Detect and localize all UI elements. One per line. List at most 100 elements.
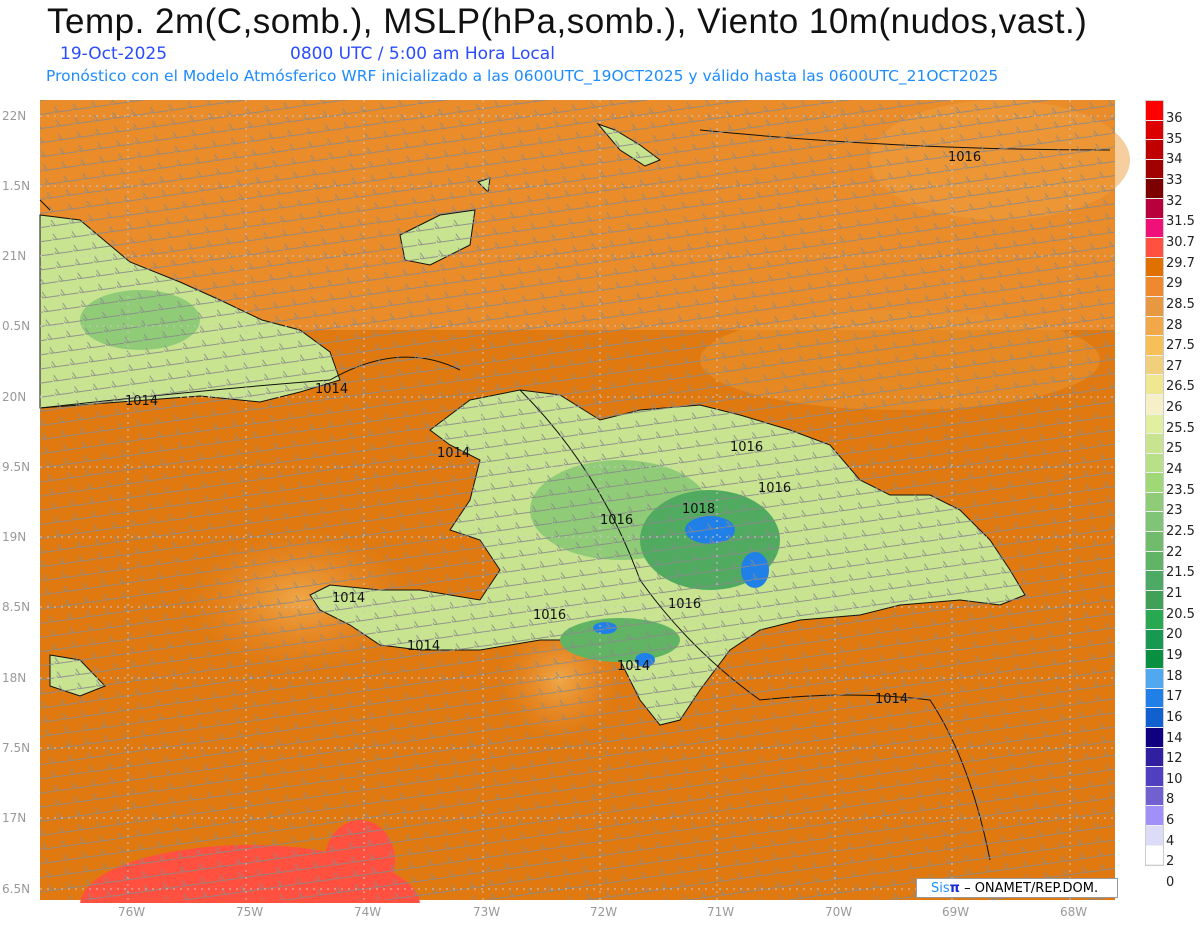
legend-swatch — [1146, 238, 1163, 258]
legend-swatch — [1146, 218, 1163, 239]
legend-label: 10 — [1166, 771, 1183, 787]
legend-swatch — [1146, 257, 1163, 278]
legend-label: 21 — [1166, 585, 1183, 601]
isobar-label: 1016 — [533, 608, 566, 623]
isobar-label: 1018 — [682, 502, 715, 517]
legend-swatch — [1146, 355, 1163, 376]
legend-swatch — [1146, 571, 1163, 591]
lat-label: 7.5N — [2, 741, 31, 755]
color-legend — [1145, 100, 1164, 867]
legend-swatch — [1146, 336, 1163, 356]
legend-label: 14 — [1166, 730, 1183, 746]
lon-label: 68W — [1060, 905, 1088, 919]
lon-label: 69W — [942, 905, 970, 919]
legend-label: 24 — [1166, 462, 1183, 478]
legend-swatch — [1146, 375, 1163, 395]
legend-label: 29.7 — [1166, 255, 1195, 271]
legend-label: 16 — [1166, 709, 1183, 725]
isobar-label: 1016 — [730, 440, 763, 455]
legend-swatch — [1146, 551, 1163, 572]
legend-label: 31.5 — [1166, 214, 1195, 230]
isobar-label: 1016 — [948, 150, 981, 165]
time-label: 0800 UTC / 5:00 am Hora Local — [290, 44, 555, 64]
legend-swatch — [1146, 669, 1163, 689]
legend-label: 4 — [1166, 833, 1175, 849]
legend-label: 18 — [1166, 668, 1183, 684]
forecast-info: Pronóstico con el Modelo Atmósferico WRF… — [46, 67, 999, 85]
isobar-label: 1014 — [125, 394, 158, 409]
lat-label: 6.5N — [2, 882, 31, 896]
legend-swatch — [1146, 492, 1163, 513]
lat-label: 19N — [2, 530, 27, 544]
legend-label: 30.7 — [1166, 234, 1195, 250]
legend-swatch — [1146, 610, 1163, 631]
lat-label: 22N — [2, 109, 27, 123]
legend-label: 23.5 — [1166, 482, 1195, 498]
weather-map: 1016 1014 1014 1014 1016 1016 1016 1018 … — [39, 100, 1130, 903]
lat-label: 17N — [2, 811, 27, 825]
date-label: 19-Oct-2025 — [60, 44, 168, 64]
legend-label: 0 — [1166, 875, 1175, 891]
legend-label: 35 — [1166, 131, 1183, 147]
legend-swatch — [1146, 728, 1163, 748]
legend-label: 27.5 — [1166, 338, 1195, 354]
legend-label: 26.5 — [1166, 379, 1195, 395]
legend-label: 25 — [1166, 441, 1183, 457]
isobar-label: 1016 — [668, 597, 701, 612]
lon-label: 70W — [825, 905, 853, 919]
isobar-label: 1014 — [332, 591, 365, 606]
legend-swatch — [1146, 688, 1163, 709]
isobar-label: 1014 — [437, 446, 470, 461]
isobar-label: 1016 — [600, 513, 633, 528]
lat-label: 1.5N — [2, 179, 31, 193]
credit-sis: Sis — [931, 881, 950, 896]
legend-swatch — [1146, 786, 1163, 807]
lon-label: 74W — [354, 905, 382, 919]
legend-swatch — [1146, 453, 1163, 474]
lon-label: 75W — [236, 905, 264, 919]
legend-label: 36 — [1166, 111, 1183, 126]
legend-swatch — [1146, 316, 1163, 337]
lat-label: 18N — [2, 671, 27, 685]
credit-text: – ONAMET/REP.DOM. — [959, 881, 1099, 896]
legend-swatch — [1146, 159, 1163, 180]
legend-swatch — [1146, 845, 1163, 866]
legend-label: 27 — [1166, 358, 1183, 374]
legend-swatch — [1146, 825, 1163, 846]
legend-label: 25.5 — [1166, 420, 1195, 436]
legend-swatch — [1146, 512, 1163, 533]
credit-box: Sisπ – ONAMET/REP.DOM. — [916, 878, 1118, 898]
legend-swatch — [1146, 434, 1163, 454]
map-title: Temp. 2m(C,somb.), MSLP(hPa,somb.), Vien… — [47, 2, 1088, 41]
legend-swatch — [1146, 747, 1163, 768]
legend-label: 2 — [1166, 854, 1175, 870]
legend-swatch — [1146, 179, 1163, 199]
lon-label: 71W — [707, 905, 735, 919]
legend-swatch — [1146, 101, 1163, 121]
legend-swatch — [1146, 532, 1163, 552]
lat-label: 9.5N — [2, 460, 31, 474]
legend-label: 23 — [1166, 503, 1183, 519]
legend-label: 19 — [1166, 647, 1183, 663]
legend-label: 12 — [1166, 751, 1183, 767]
isobar-label: 1014 — [407, 639, 440, 654]
legend-swatch — [1146, 277, 1163, 297]
lon-label: 76W — [118, 905, 146, 919]
legend-label: 28.5 — [1166, 296, 1195, 312]
legend-label: 26 — [1166, 400, 1183, 416]
legend-label: 17 — [1166, 689, 1183, 705]
legend-label: 20 — [1166, 627, 1183, 643]
isobar-label: 1016 — [758, 481, 791, 496]
legend-swatch — [1146, 198, 1163, 219]
legend-swatch — [1146, 590, 1163, 611]
legend-label: 21.5 — [1166, 565, 1195, 581]
isobar-label: 1014 — [315, 382, 348, 397]
legend-swatch — [1146, 708, 1163, 728]
legend-swatch — [1146, 296, 1163, 317]
credit-pi: π — [949, 881, 960, 896]
legend-label: 29 — [1166, 276, 1183, 292]
legend-swatch — [1146, 649, 1163, 670]
lon-label: 73W — [473, 905, 501, 919]
legend-swatch — [1146, 630, 1163, 650]
lat-label: 8.5N — [2, 600, 31, 614]
